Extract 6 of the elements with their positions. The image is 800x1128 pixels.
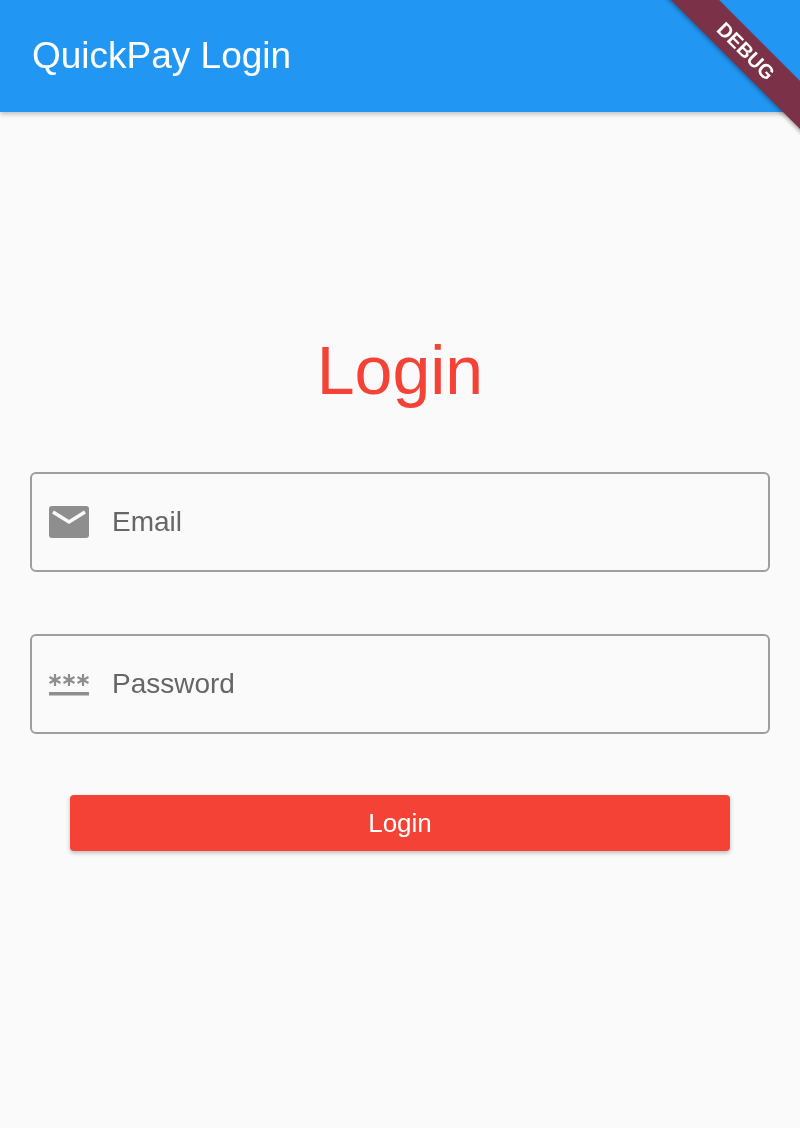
password-field[interactable]: Password bbox=[30, 634, 770, 734]
app-title: QuickPay Login bbox=[32, 35, 292, 77]
mail-icon bbox=[48, 504, 90, 540]
login-button[interactable]: Login bbox=[70, 795, 730, 851]
login-heading: Login bbox=[315, 331, 485, 410]
email-field[interactable]: Email bbox=[30, 472, 770, 572]
